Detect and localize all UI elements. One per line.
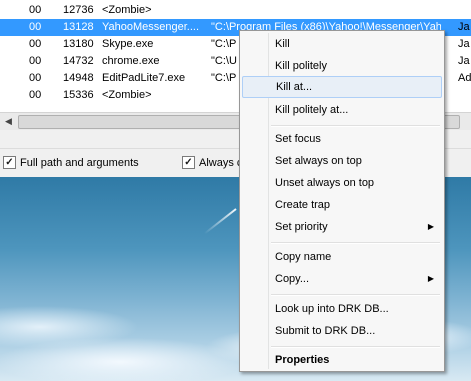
menu-item-kill[interactable]: Kill: [242, 33, 442, 55]
menu-item-copy-name[interactable]: Copy name: [242, 246, 442, 268]
table-row[interactable]: 00 12736 <Zombie>: [0, 2, 471, 19]
menu-separator: [271, 242, 440, 244]
menu-item-label: Set priority: [275, 221, 328, 233]
cell-pid: 13180: [63, 38, 94, 50]
menu-item-label: Copy name: [275, 251, 332, 263]
menu-item-create-trap[interactable]: Create trap: [242, 194, 442, 216]
menu-item-label: Look up into DRK DB...: [275, 303, 389, 315]
menu-separator: [271, 294, 440, 296]
menu-separator: [271, 125, 440, 127]
cell-pid: 13128: [63, 21, 94, 33]
menu-item-copy[interactable]: Copy... ▶: [242, 268, 442, 290]
menu-item-label: Set focus: [275, 133, 321, 145]
cell-pid: 14732: [63, 55, 94, 67]
cell-extra: Ad: [458, 72, 471, 84]
menu-item-label: Create trap: [275, 199, 331, 211]
menu-item-unset-always-on-top[interactable]: Unset always on top: [242, 172, 442, 194]
menu-item-label: Kill politely: [275, 60, 327, 72]
checkmark-icon: ✓: [3, 156, 16, 169]
menu-item-label: Kill: [275, 38, 290, 50]
cell-name: Skype.exe: [102, 38, 154, 50]
cell-extra: Ja: [458, 55, 470, 67]
cell-name: YahooMessenger....: [102, 21, 200, 33]
cell-a: 00: [29, 89, 42, 101]
menu-item-properties[interactable]: Properties: [242, 349, 442, 371]
cell-a: 00: [29, 4, 42, 16]
always-label: Always c: [199, 156, 243, 169]
menu-separator: [271, 346, 440, 348]
cell-name: chrome.exe: [102, 55, 160, 67]
full-path-label: Full path and arguments: [20, 156, 139, 169]
menu-item-kill-at[interactable]: Kill at...: [242, 76, 442, 98]
menu-item-kill-politely-at[interactable]: Kill politely at...: [242, 99, 442, 121]
always-checkbox[interactable]: ✓ Always c: [182, 156, 242, 169]
cell-pid: 15336: [63, 89, 94, 101]
menu-item-kill-politely[interactable]: Kill politely: [242, 55, 442, 77]
menu-item-label: Set always on top: [275, 155, 362, 167]
cell-a: 00: [29, 21, 42, 33]
menu-item-look-up-drk-db[interactable]: Look up into DRK DB...: [242, 298, 442, 320]
cell-name: <Zombie>: [102, 4, 152, 16]
menu-item-set-always-on-top[interactable]: Set always on top: [242, 150, 442, 172]
cell-a: 00: [29, 55, 42, 67]
cell-pid: 14948: [63, 72, 94, 84]
cell-pid: 12736: [63, 4, 94, 16]
menu-item-label: Kill at...: [276, 81, 313, 93]
menu-item-set-priority[interactable]: Set priority ▶: [242, 216, 442, 238]
menu-item-label: Kill politely at...: [275, 104, 349, 116]
menu-item-label: Copy...: [275, 273, 310, 285]
cell-extra: Ja: [458, 38, 470, 50]
cell-name: <Zombie>: [102, 89, 152, 101]
cell-name: EditPadLite7.exe: [102, 72, 186, 84]
menu-item-label: Submit to DRK DB...: [275, 325, 376, 337]
context-menu: Kill Kill politely Kill at... Kill polit…: [239, 30, 445, 372]
submenu-arrow-icon: ▶: [427, 222, 434, 231]
full-path-checkbox[interactable]: ✓ Full path and arguments: [3, 156, 139, 169]
menu-item-set-focus[interactable]: Set focus: [242, 128, 442, 150]
submenu-arrow-icon: ▶: [427, 274, 434, 283]
scroll-left-icon[interactable]: ◀: [0, 113, 17, 130]
cell-a: 00: [29, 72, 42, 84]
menu-item-submit-drk-db[interactable]: Submit to DRK DB...: [242, 320, 442, 342]
menu-item-label: Unset always on top: [275, 177, 375, 189]
checkmark-icon: ✓: [182, 156, 195, 169]
menu-item-label: Properties: [275, 354, 330, 366]
cell-extra: Ja: [458, 21, 470, 33]
cell-a: 00: [29, 38, 42, 50]
